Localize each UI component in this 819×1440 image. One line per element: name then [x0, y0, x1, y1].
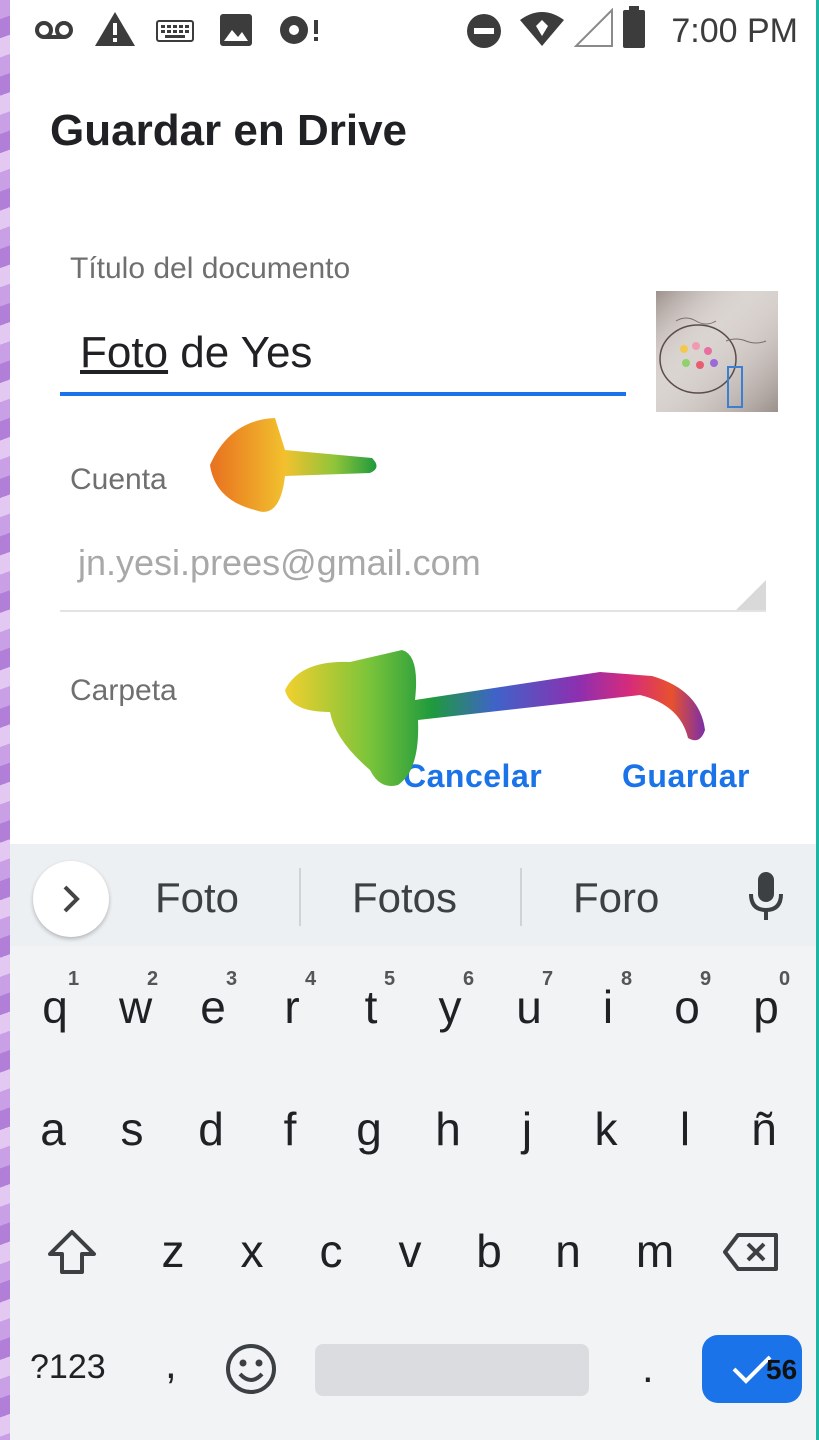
key-f[interactable]: f [275, 1102, 305, 1156]
key-hint-3: 3 [226, 968, 238, 990]
dialog-title: Guardar en Drive [50, 106, 408, 155]
suggestion-3[interactable]: Foro [573, 874, 659, 922]
key-a[interactable]: a [38, 1102, 68, 1156]
key-hint-9: 9 [700, 968, 712, 990]
key-hint-6: 6 [463, 968, 475, 990]
chevron-right-icon [63, 885, 80, 913]
key-y[interactable]: y [435, 980, 465, 1034]
sync-alert-icon [280, 16, 318, 44]
document-title-label: Título del documento [70, 252, 351, 285]
key-j[interactable]: j [512, 1102, 542, 1156]
account-value: jn.yesi.prees@gmail.com [78, 542, 481, 583]
key-hint-8: 8 [621, 968, 633, 990]
key-hint-5: 5 [384, 968, 396, 990]
document-title-input[interactable]: Foto de Yes [60, 318, 626, 396]
status-bar: 7:00 PM [10, 0, 816, 64]
key-hint-7: 7 [542, 968, 554, 990]
on-screen-keyboard: Foto Fotos Foro q1 w2 e3 r4 t5 y6 u7 i8 o9 p0 asd… [10, 844, 816, 1440]
backspace-icon[interactable] [722, 1232, 780, 1272]
suggestion-divider [299, 868, 301, 926]
key-d[interactable]: d [196, 1102, 226, 1156]
key-i[interactable]: i [593, 980, 623, 1034]
key-q[interactable]: q [40, 980, 70, 1034]
key-o[interactable]: o [672, 980, 702, 1034]
warning-icon [95, 12, 135, 46]
key-hint-4: 4 [305, 968, 317, 990]
clock: 7:00 PM [671, 12, 798, 50]
key-u[interactable]: u [514, 980, 544, 1034]
expand-toolbar-button[interactable] [33, 861, 109, 937]
photo-thumbnail [656, 291, 778, 412]
space-key[interactable] [315, 1344, 589, 1396]
key-h[interactable]: h [433, 1102, 463, 1156]
key-ñ[interactable]: ñ [749, 1102, 779, 1156]
key-n[interactable]: n [553, 1224, 583, 1278]
account-select[interactable]: jn.yesi.prees@gmail.com [60, 528, 766, 612]
suggestion-divider [520, 868, 522, 926]
emoji-icon[interactable] [224, 1342, 278, 1396]
wifi-icon [520, 12, 564, 46]
battery-icon [623, 6, 645, 48]
key-v[interactable]: v [395, 1224, 425, 1278]
suggestion-1[interactable]: Foto [155, 874, 239, 922]
title-rest: de Yes [168, 328, 313, 377]
page-number-badge: 56 [766, 1354, 798, 1385]
symbols-key[interactable]: ?123 [30, 1348, 106, 1387]
key-s[interactable]: s [117, 1102, 147, 1156]
key-hint-2: 2 [147, 968, 159, 990]
image-icon [220, 14, 252, 46]
key-t[interactable]: t [356, 980, 386, 1034]
shift-icon[interactable] [46, 1228, 98, 1276]
key-z[interactable]: z [158, 1224, 188, 1278]
key-c[interactable]: c [316, 1224, 346, 1278]
key-p[interactable]: p [751, 980, 781, 1034]
decorative-left-border [0, 0, 10, 1440]
voicemail-icon [35, 21, 73, 39]
key-w[interactable]: w [119, 980, 152, 1034]
folder-label: Carpeta [70, 674, 177, 707]
suggestion-2[interactable]: Fotos [352, 874, 457, 922]
composing-word: Foto [80, 328, 169, 377]
signal-icon [574, 8, 613, 47]
suggestion-strip: Foto Fotos Foro [10, 844, 816, 946]
keyboard-icon [156, 20, 194, 42]
key-g[interactable]: g [354, 1102, 384, 1156]
key-hint-0: 0 [779, 968, 791, 990]
key-k[interactable]: k [591, 1102, 621, 1156]
do-not-disturb-icon [467, 14, 501, 48]
period-key[interactable]: . [642, 1344, 654, 1392]
microphone-icon[interactable] [746, 870, 786, 924]
key-hint-1: 1 [68, 968, 80, 990]
key-b[interactable]: b [474, 1224, 504, 1278]
key-l[interactable]: l [670, 1102, 700, 1156]
save-button[interactable]: Guardar [622, 758, 750, 795]
comma-key[interactable]: , [165, 1340, 177, 1388]
key-e[interactable]: e [198, 980, 228, 1034]
dropdown-corner-icon [736, 580, 766, 610]
account-label: Cuenta [70, 463, 167, 496]
key-r[interactable]: r [277, 980, 307, 1034]
key-m[interactable]: m [632, 1224, 678, 1278]
cancel-button[interactable]: Cancelar [403, 758, 542, 795]
key-x[interactable]: x [237, 1224, 267, 1278]
